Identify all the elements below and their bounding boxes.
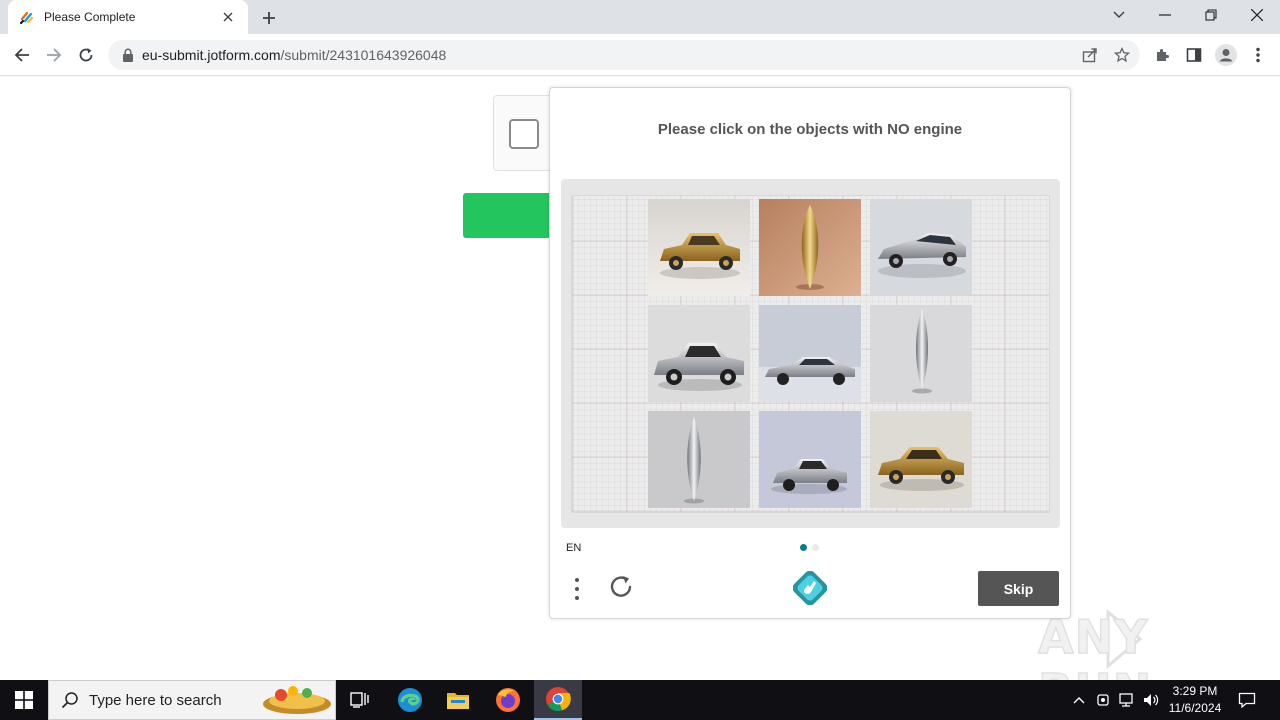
restore-icon[interactable] (1188, 0, 1234, 30)
network-icon[interactable] (1116, 680, 1138, 720)
browser-toolbar: eu-submit.jotform.com/submit/24310164392… (0, 34, 1280, 76)
page-dot-1 (800, 544, 807, 551)
challenge-image-area (561, 179, 1060, 528)
bookmark-star-icon[interactable] (1112, 45, 1132, 65)
hcaptcha-challenge: Please click on the objects with NO engi… (549, 87, 1071, 619)
page-dot-2 (812, 544, 819, 551)
forward-icon[interactable] (42, 43, 66, 67)
taskbar-search-placeholder: Type here to search (89, 691, 222, 709)
file-explorer-icon[interactable] (434, 680, 482, 720)
meet-now-icon[interactable] (1094, 680, 1112, 720)
tab-search-chevron-icon[interactable] (1096, 0, 1142, 30)
challenge-tile-1[interactable] (648, 199, 750, 296)
skip-button[interactable]: Skip (978, 571, 1059, 606)
chrome-taskbar-icon[interactable] (534, 680, 582, 720)
tab-close-icon[interactable] (220, 9, 236, 25)
taskbar-search-box[interactable]: Type here to search (48, 680, 336, 720)
challenge-tile-3[interactable] (870, 199, 972, 296)
chrome-menu-icon[interactable] (1246, 43, 1270, 67)
search-highlight-icon (263, 686, 331, 714)
tab-please-complete[interactable]: Please Complete (8, 0, 248, 34)
challenge-tile-9[interactable] (870, 411, 972, 508)
extensions-icon[interactable] (1150, 43, 1174, 67)
volume-icon[interactable] (1140, 680, 1162, 720)
submit-button[interactable] (463, 193, 563, 238)
url-host: eu-submit.jotform.com (142, 47, 281, 63)
clock-time: 3:29 PM (1172, 684, 1218, 698)
windows-taskbar: Type here to search 3:29 PM 11/6/2024 (0, 680, 1280, 720)
task-view-icon[interactable] (336, 680, 384, 720)
refresh-challenge-icon[interactable] (608, 573, 636, 601)
hcaptcha-logo-icon[interactable] (792, 570, 828, 606)
address-bar[interactable]: eu-submit.jotform.com/submit/24310164392… (108, 40, 1140, 70)
url-path: /submit/243101643926048 (280, 47, 447, 63)
reload-icon[interactable] (74, 43, 98, 67)
share-icon[interactable] (1080, 45, 1100, 65)
search-icon (61, 692, 78, 709)
minimize-icon[interactable] (1142, 0, 1188, 30)
challenge-tile-2[interactable] (759, 199, 861, 296)
close-window-icon[interactable] (1234, 0, 1280, 30)
challenge-tile-7[interactable] (648, 411, 750, 508)
notifications-icon[interactable] (1234, 680, 1260, 720)
windows-start-icon[interactable] (0, 680, 48, 720)
edge-browser-icon[interactable] (386, 680, 434, 720)
clock-date: 11/6/2024 (1168, 701, 1222, 715)
anyrun-watermark: ANY RUN (1036, 606, 1236, 719)
profile-avatar-icon[interactable] (1214, 43, 1238, 67)
language-selector[interactable]: EN (566, 542, 581, 554)
tab-title: Please Complete (44, 10, 136, 24)
firefox-icon[interactable] (484, 680, 532, 720)
show-hidden-icons-chevron-icon[interactable] (1070, 680, 1088, 720)
url-text: eu-submit.jotform.com/submit/24310164392… (142, 47, 446, 63)
jotform-favicon-icon (20, 11, 34, 24)
taskbar-clock[interactable]: 3:29 PM 11/6/2024 (1160, 683, 1230, 717)
challenge-tile-5[interactable] (759, 305, 861, 402)
challenge-tile-4[interactable] (648, 305, 750, 402)
new-tab-icon[interactable] (258, 7, 280, 29)
back-icon[interactable] (10, 43, 34, 67)
lock-icon (123, 48, 133, 62)
side-panel-icon[interactable] (1182, 43, 1206, 67)
challenge-prompt: Please click on the objects with NO engi… (657, 121, 963, 138)
tab-strip: Please Complete (0, 0, 1280, 34)
captcha-checkbox[interactable] (509, 119, 539, 149)
page-indicator (800, 544, 819, 551)
more-options-icon[interactable] (570, 574, 584, 604)
challenge-tile-8[interactable] (759, 411, 861, 508)
challenge-tile-6[interactable] (870, 305, 972, 402)
